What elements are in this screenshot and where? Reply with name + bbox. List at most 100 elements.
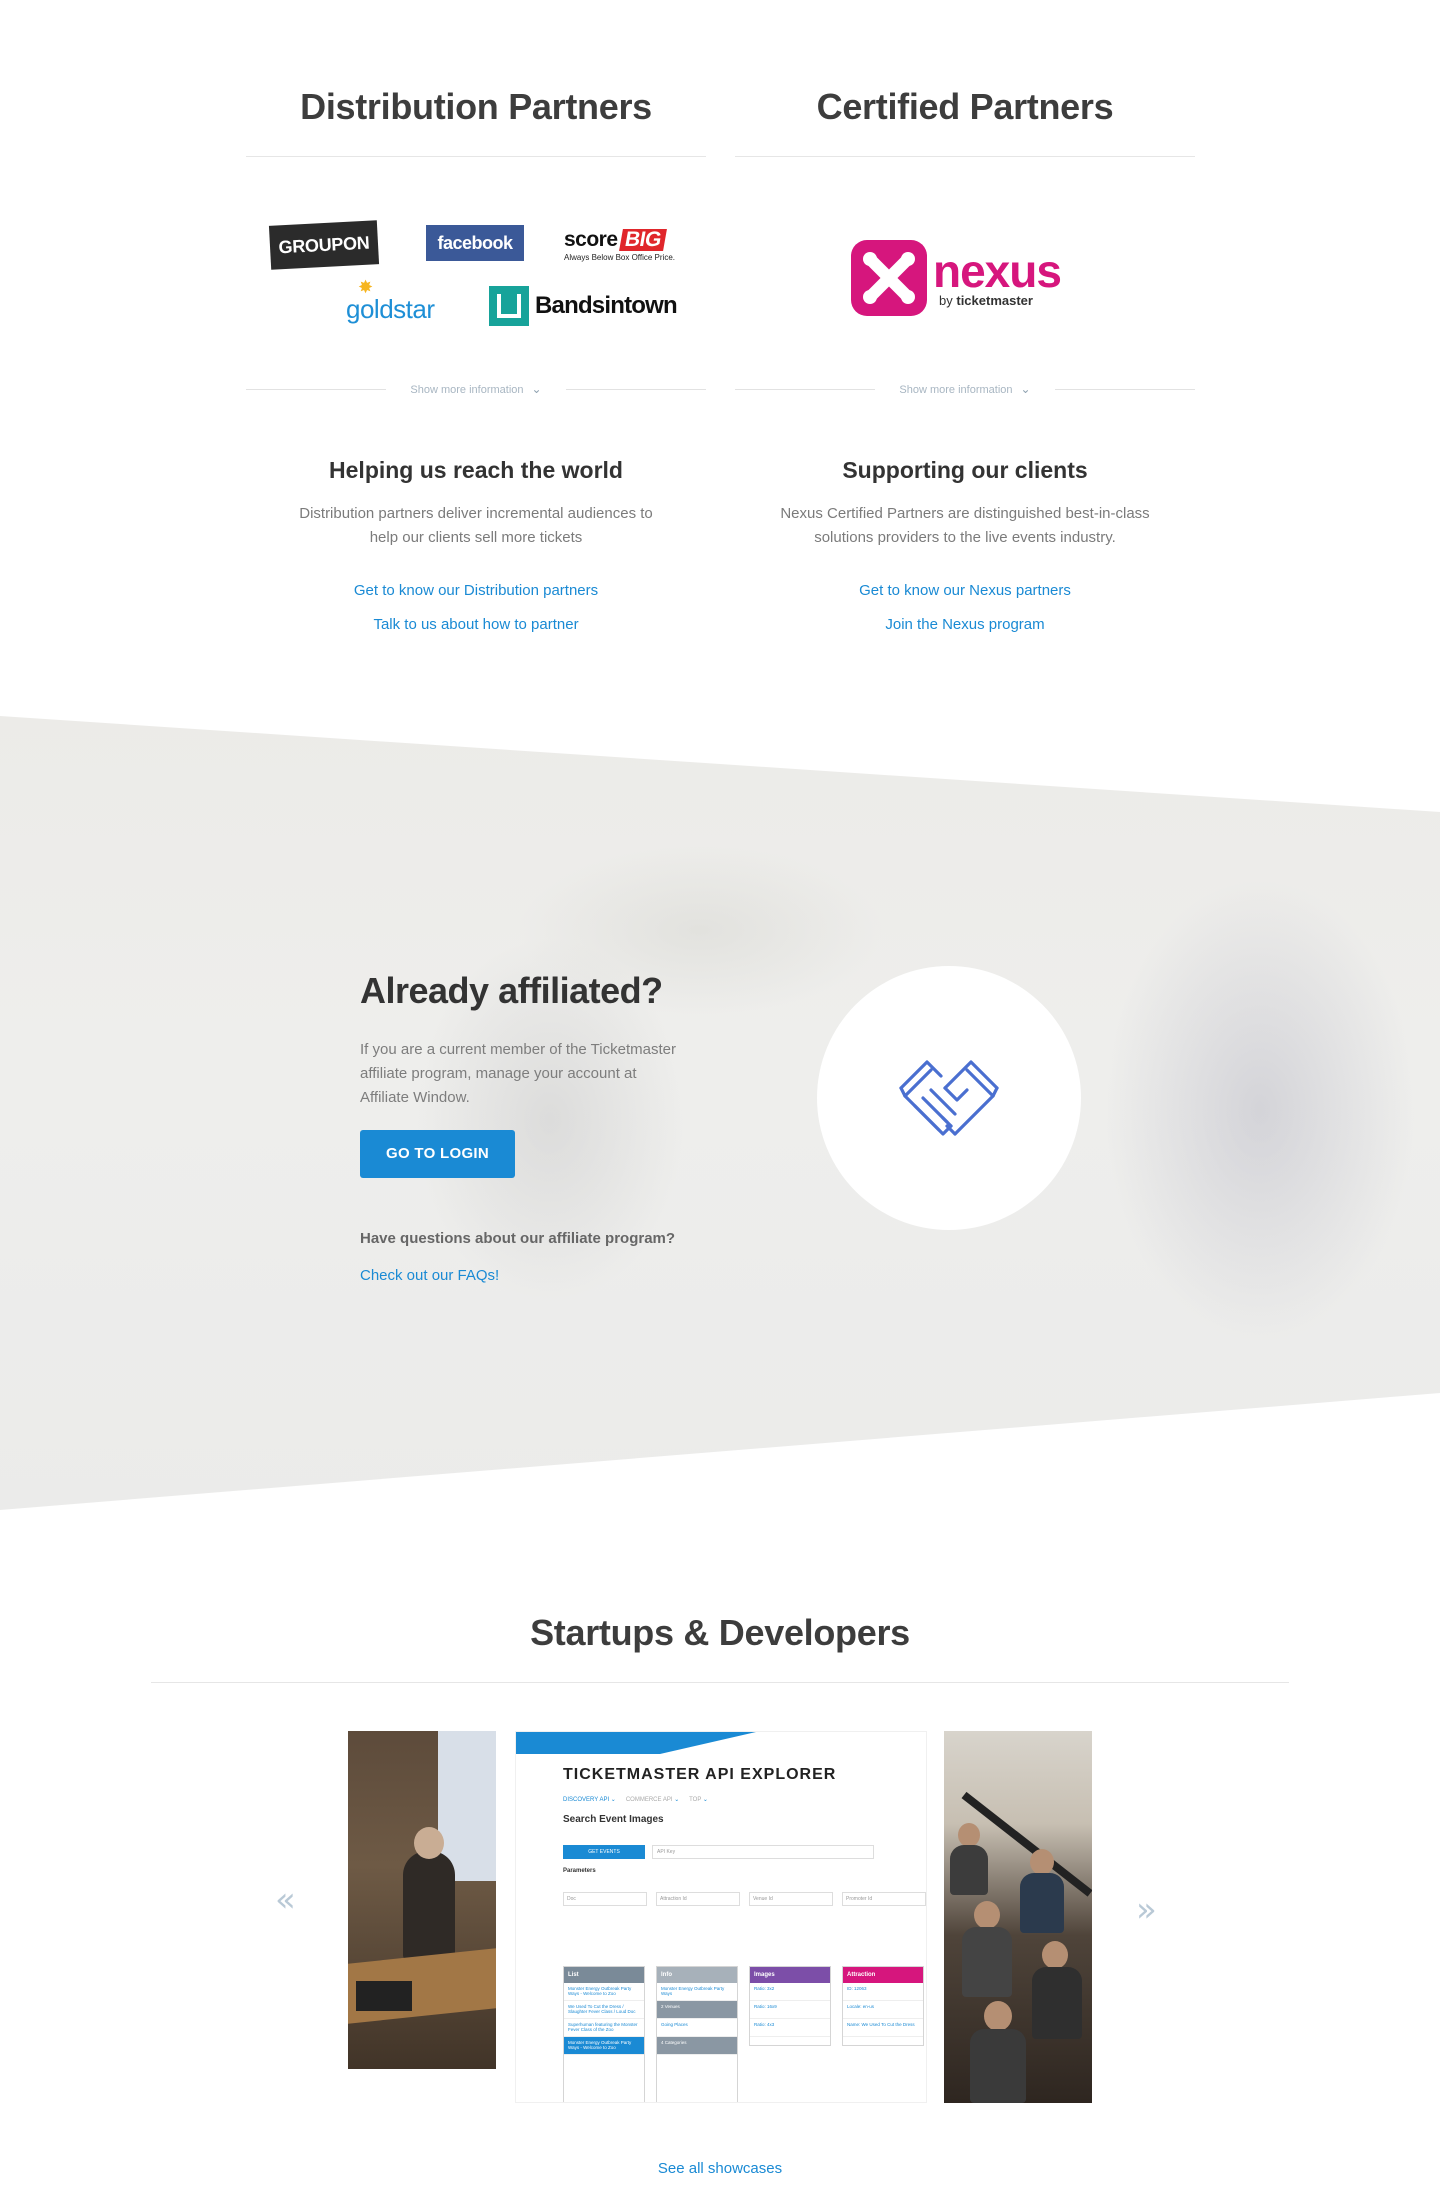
divider xyxy=(566,389,706,390)
faq-link[interactable]: Check out our FAQs! xyxy=(360,1267,720,1284)
card-title: Images xyxy=(750,1967,830,1983)
carousel-next-icon[interactable]: » xyxy=(1136,1890,1157,1930)
scorebig-tagline: Always Below Box Office Price. xyxy=(564,252,676,262)
api-explorer-screenshot[interactable]: TICKETMASTER API EXPLORER DISCOVERY API … xyxy=(515,1731,927,2103)
card-row: Monster Energy Outbreak Party Ways - Wel… xyxy=(564,2037,644,2055)
explorer-api-key-field: API Key xyxy=(652,1845,874,1859)
card-row: Ratio: 4x3 xyxy=(750,2019,830,2037)
groupon-logo: GROUPON xyxy=(268,220,380,270)
facebook-wordmark: facebook xyxy=(437,232,513,253)
explorer-card-info: Info Monster Energy Outbreak Party Ways … xyxy=(656,1966,738,2102)
card-title: Attraction xyxy=(843,1967,923,1983)
startups-section: Startups & Developers « TICKETMASTER API… xyxy=(0,1520,1440,2207)
explorer-card-attraction: Attraction ID: 12063 Locale: en-us Name:… xyxy=(842,1966,924,2046)
partners-section: Distribution Partners GROUPON facebook s… xyxy=(0,0,1440,700)
explorer-subtitle: Search Event Images xyxy=(563,1814,664,1825)
nexus-partners-link[interactable]: Get to know our Nexus partners xyxy=(735,574,1195,608)
distribution-logos: GROUPON facebook score BIG Always Below B… xyxy=(246,157,706,379)
subnav-item: COMMERCE API xyxy=(625,1797,673,1803)
card-row: Monster Energy Outbreak Party Ways xyxy=(657,1983,737,2001)
distribution-partners-column: Distribution Partners GROUPON facebook s… xyxy=(246,0,706,642)
partner-contact-link[interactable]: Talk to us about how to partner xyxy=(246,608,706,642)
explorer-field: Attraction Id xyxy=(656,1892,740,1906)
football-background-image xyxy=(0,716,1440,1510)
nexus-icon xyxy=(851,240,927,316)
distribution-description: Distribution partners deliver incrementa… xyxy=(299,505,653,546)
explorer-field: Venue Id xyxy=(749,1892,833,1906)
affiliate-section: Already affiliated? If you are a current… xyxy=(0,700,1440,1520)
distribution-partners-link[interactable]: Get to know our Distribution partners xyxy=(246,574,706,608)
bandsintown-icon xyxy=(489,286,529,326)
groupon-wordmark: GROUPON xyxy=(278,232,370,257)
goldstar-wordmark: goldstar xyxy=(346,293,435,324)
carousel-prev-icon[interactable]: « xyxy=(275,1880,296,1920)
divider xyxy=(1055,389,1195,390)
card-row: 4 Categories xyxy=(657,2037,737,2055)
affiliate-content: Already affiliated? If you are a current… xyxy=(360,970,720,1284)
card-row: We Used To Cut the Dress / Slaughter Fev… xyxy=(564,2001,644,2019)
show-more-label: Show more information xyxy=(410,384,524,396)
goldstar-logo: ✸ goldstar xyxy=(346,277,454,327)
nexus-wordmark: nexus xyxy=(933,244,1062,297)
subnav-item: TOP xyxy=(689,1797,702,1803)
explorer-subnav: DISCOVERY API ⌄ COMMERCE API ⌄ TOP ⌄ xyxy=(563,1797,708,1803)
scorebig-score: score xyxy=(564,227,618,251)
star-icon: ✸ xyxy=(358,277,374,297)
showcase-photo-audience xyxy=(944,1731,1092,2103)
explorer-card-images: Images Ratio: 3x2 Ratio: 16x9 Ratio: 4x3 xyxy=(749,1966,831,2046)
explorer-get-button: GET EVENTS xyxy=(563,1845,645,1859)
affiliate-question: Have questions about our affiliate progr… xyxy=(360,1230,676,1247)
distribution-subheading: Helping us reach the world xyxy=(329,457,623,483)
nexus-logo: nexus by ticketmaster xyxy=(851,237,1083,319)
explorer-parameters-label: Parameters xyxy=(563,1868,596,1874)
nexus-brand: ticketmaster xyxy=(956,292,1033,308)
card-row: Going Places xyxy=(657,2019,737,2037)
showcase-photo-presenter xyxy=(348,1731,496,2069)
handshake-badge xyxy=(817,966,1081,1230)
certified-partners-column: Certified Partners nexus by ticketmaster… xyxy=(735,0,1195,642)
card-row: Monster Energy Outbreak Party Ways - Wel… xyxy=(564,1983,644,2001)
affiliate-body: If you are a current member of the Ticke… xyxy=(360,1041,676,1106)
facebook-logo: facebook xyxy=(426,225,524,261)
certified-heading: Certified Partners xyxy=(816,86,1114,127)
scorebig-logo: score BIG Always Below Box Office Price. xyxy=(564,223,688,267)
divider xyxy=(151,1682,1289,1683)
card-row: ID: 12063 xyxy=(843,1983,923,2001)
explorer-banner xyxy=(516,1732,756,1754)
card-row: Ratio: 3x2 xyxy=(750,1983,830,2001)
card-row: 2 Venues xyxy=(657,2001,737,2019)
bandsintown-logo: Bandsintown xyxy=(489,285,679,327)
certified-links: Get to know our Nexus partners Join the … xyxy=(735,574,1195,642)
chevron-down-icon: ⌄ xyxy=(1020,382,1031,396)
card-title: Info xyxy=(657,1967,737,1983)
show-more-toggle[interactable]: Show more information ⌄ xyxy=(246,379,706,399)
explorer-card-list: List Monster Energy Outbreak Party Ways … xyxy=(563,1966,645,2102)
certified-subheading: Supporting our clients xyxy=(842,457,1088,483)
certified-description: Nexus Certified Partners are distinguish… xyxy=(780,505,1150,546)
startups-heading: Startups & Developers xyxy=(530,1612,910,1653)
card-title: List xyxy=(564,1967,644,1983)
card-row: Ratio: 16x9 xyxy=(750,2001,830,2019)
show-more-toggle[interactable]: Show more information ⌄ xyxy=(735,379,1195,399)
distribution-heading: Distribution Partners xyxy=(300,86,652,127)
chevron-down-icon: ⌄ xyxy=(531,382,542,396)
bandsintown-wordmark: Bandsintown xyxy=(535,292,678,319)
nexus-by: by xyxy=(939,292,953,308)
certified-logos: nexus by ticketmaster xyxy=(735,157,1195,379)
affiliate-heading: Already affiliated? xyxy=(360,970,663,1011)
scorebig-big: BIG xyxy=(618,228,667,251)
subnav-item: DISCOVERY API xyxy=(563,1797,610,1803)
card-row: Locale: en-us xyxy=(843,2001,923,2019)
card-row: Name: We Used To Cut the Dress xyxy=(843,2019,923,2037)
distribution-links: Get to know our Distribution partners Ta… xyxy=(246,574,706,642)
explorer-title: TICKETMASTER API EXPLORER xyxy=(563,1766,837,1783)
go-to-login-button[interactable]: GO TO LOGIN xyxy=(360,1130,515,1178)
explorer-field: Promoter Id xyxy=(842,1892,926,1906)
join-nexus-link[interactable]: Join the Nexus program xyxy=(735,608,1195,642)
show-more-label: Show more information xyxy=(899,384,1013,396)
scorebig-wordmark: score BIG xyxy=(564,227,667,251)
handshake-icon xyxy=(899,1060,999,1136)
explorer-field: Doc xyxy=(563,1892,647,1906)
card-row: Superhuman featuring the Monster Fever C… xyxy=(564,2019,644,2037)
see-all-showcases-link[interactable]: See all showcases xyxy=(0,2160,1440,2177)
